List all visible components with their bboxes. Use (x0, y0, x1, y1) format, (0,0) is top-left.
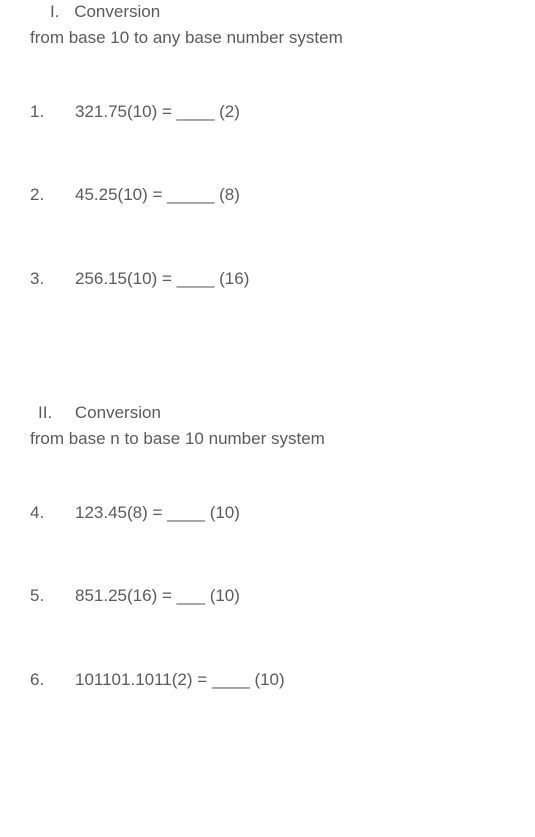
problem-number: 3. (30, 267, 75, 291)
section-2-roman: II. (38, 401, 52, 425)
problem-number: 2. (30, 183, 75, 207)
problem-row: 4. 123.45(8) = ____ (10) (30, 501, 505, 525)
problem-text: 45.25(10) = _____ (8) (75, 183, 505, 207)
problem-text: 101101.1011(2) = ____ (10) (75, 668, 505, 692)
section-1-roman: I. (50, 0, 59, 24)
problem-number: 4. (30, 501, 75, 525)
problem-number: 1. (30, 100, 75, 124)
problem-row: 1. 321.75(10) = ____ (2) (30, 100, 505, 124)
section-1-subtitle: from base 10 to any base number system (30, 26, 505, 50)
problem-number: 5. (30, 584, 75, 608)
problem-row: 6. 101101.1011(2) = ____ (10) (30, 668, 505, 692)
problem-row: 2. 45.25(10) = _____ (8) (30, 183, 505, 207)
problem-text: 851.25(16) = ___ (10) (75, 584, 505, 608)
problem-text: 256.15(10) = ____ (16) (75, 267, 505, 291)
section-1-title: Conversion (74, 2, 160, 21)
problem-text: 321.75(10) = ____ (2) (75, 100, 505, 124)
problem-row: 5. 851.25(16) = ___ (10) (30, 584, 505, 608)
section-2-title: Conversion (75, 403, 161, 422)
section-2-header: II. Conversion from base n to base 10 nu… (30, 401, 505, 451)
problem-text: 123.45(8) = ____ (10) (75, 501, 505, 525)
section-2-subtitle: from base n to base 10 number system (30, 427, 505, 451)
section-1-header: I. Conversion from base 10 to any base n… (30, 0, 505, 50)
problem-row: 3. 256.15(10) = ____ (16) (30, 267, 505, 291)
problem-number: 6. (30, 668, 75, 692)
